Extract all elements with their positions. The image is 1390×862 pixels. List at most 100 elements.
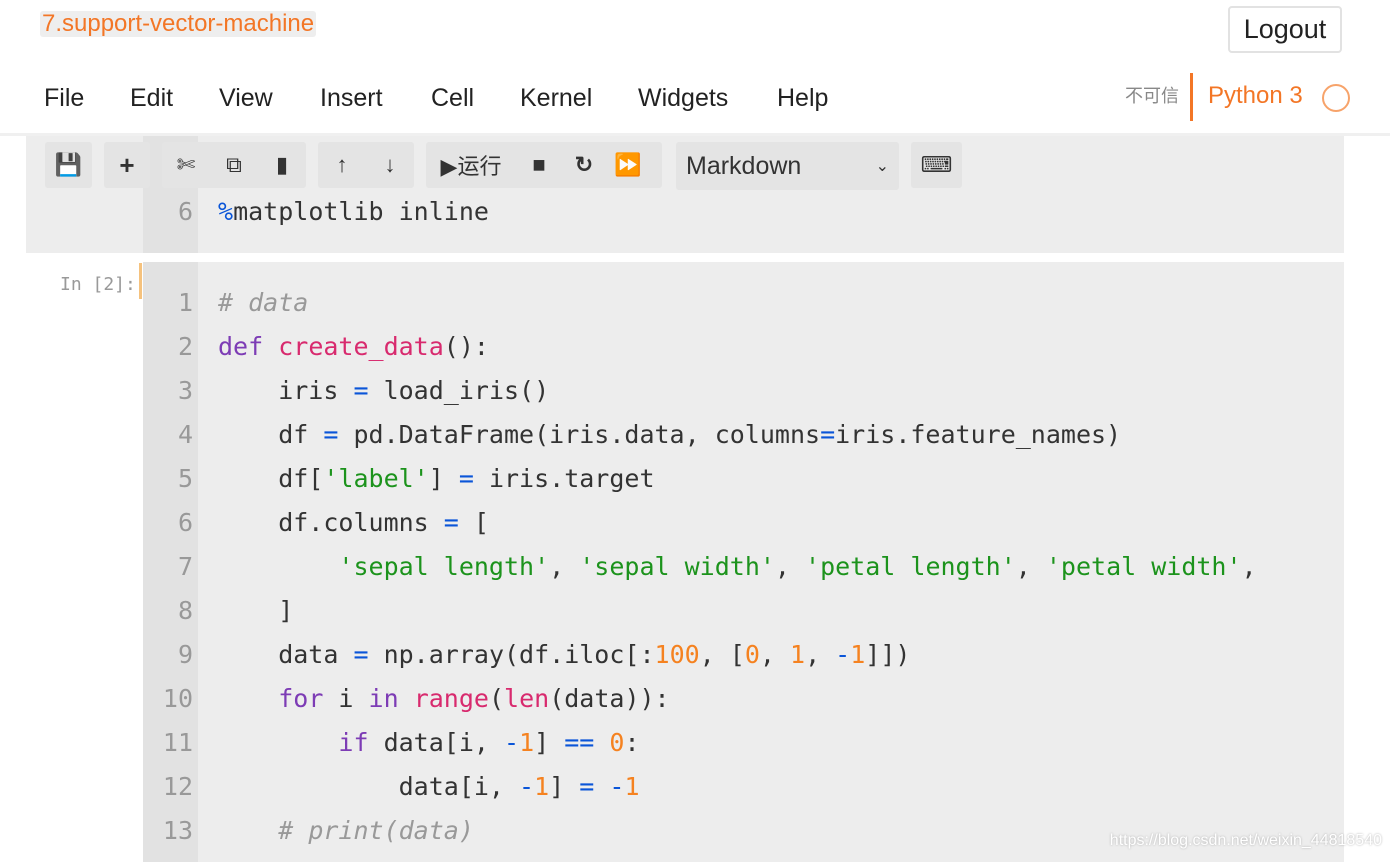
notebook-title[interactable]: 7.support-vector-machine: [40, 11, 316, 37]
code-token: if: [338, 728, 368, 757]
code-line[interactable]: def create_data():: [218, 332, 489, 361]
paste-icon[interactable]: ▮: [258, 152, 306, 178]
code-line[interactable]: df.columns = [: [218, 508, 489, 537]
menu-insert[interactable]: Insert: [320, 84, 383, 113]
line-number: 13: [143, 816, 193, 845]
arrow-down-icon[interactable]: ↓: [366, 152, 414, 178]
code-token: data: [218, 640, 353, 669]
code-line[interactable]: if data[i, -1] == 0:: [218, 728, 640, 757]
code-token: [594, 728, 609, 757]
save-icon: 💾: [45, 152, 92, 178]
code-token: range: [414, 684, 489, 713]
code-token: ():: [444, 332, 489, 361]
line-number: 12: [143, 772, 193, 801]
restart-icon[interactable]: ↻: [562, 152, 606, 178]
line-number: 10: [143, 684, 193, 713]
line-number: 8: [143, 596, 193, 625]
kernel-name[interactable]: Python 3: [1208, 82, 1303, 110]
code-token: %: [218, 197, 233, 226]
code-line[interactable]: data[i, -1] = -1: [218, 772, 640, 801]
not-trusted-indicator[interactable]: 不可信: [1125, 82, 1179, 108]
code-token: len: [504, 684, 549, 713]
code-line[interactable]: for i in range(len(data)):: [218, 684, 670, 713]
menu-view[interactable]: View: [219, 84, 273, 113]
code-token: def: [218, 332, 278, 361]
arrow-up-icon[interactable]: ↑: [318, 152, 366, 178]
code-token: 'petal length': [805, 552, 1016, 581]
code-token: data[i,: [369, 728, 504, 757]
code-token: 1: [624, 772, 639, 801]
code-line[interactable]: # data: [218, 288, 308, 317]
code-line[interactable]: df = pd.DataFrame(iris.data, columns=iri…: [218, 420, 1121, 449]
code-token: # data: [218, 288, 308, 317]
keyboard-icon: ⌨: [911, 152, 962, 178]
menu-edit[interactable]: Edit: [130, 84, 173, 113]
code-token: 1: [850, 640, 865, 669]
keyboard-shortcuts-button[interactable]: ⌨: [911, 142, 962, 188]
cut-icon[interactable]: ✄: [162, 152, 210, 178]
code-token: data[i,: [218, 772, 519, 801]
code-token: 'sepal length': [338, 552, 549, 581]
code-token: 'label': [323, 464, 428, 493]
divider: [1190, 73, 1193, 121]
menu-file[interactable]: File: [44, 84, 84, 113]
prompt-area: [0, 262, 143, 862]
save-button[interactable]: 💾: [45, 142, 92, 188]
line-number: 11: [143, 728, 193, 757]
code-token: ]: [218, 596, 293, 625]
code-token: ]: [534, 728, 564, 757]
insert-cell-button[interactable]: +: [104, 142, 150, 188]
copy-icon[interactable]: ⧉: [210, 152, 258, 178]
code-token: ,: [1016, 552, 1046, 581]
code-line[interactable]: 'sepal length', 'sepal width', 'petal le…: [218, 552, 1257, 581]
stop-icon[interactable]: ■: [516, 152, 562, 178]
code-token: 'sepal width': [579, 552, 775, 581]
code-token: -: [835, 640, 850, 669]
code-token: =: [353, 376, 368, 405]
code-token: [: [459, 508, 489, 537]
code-line[interactable]: ]: [218, 596, 293, 625]
code-line[interactable]: # print(data): [218, 816, 474, 845]
code-token: ==: [564, 728, 594, 757]
line-number: 2: [143, 332, 193, 361]
line-number: 3: [143, 376, 193, 405]
cell-type-select[interactable]: Markdown ⌄: [676, 142, 899, 190]
code-token: for: [278, 684, 323, 713]
line-number: 7: [143, 552, 193, 581]
code-cell-2[interactable]: 1 # data 2 def create_data(): 3 iris = load_…: [26, 262, 1344, 862]
code-line[interactable]: iris = load_iris(): [218, 376, 549, 405]
code-token: ,: [1242, 552, 1257, 581]
line-number: 4: [143, 420, 193, 449]
code-token: (: [489, 684, 504, 713]
code-token: ,: [805, 640, 835, 669]
run-button[interactable]: ▶运行: [426, 149, 516, 181]
menu-widgets[interactable]: Widgets: [638, 84, 728, 113]
code-token: df: [218, 420, 323, 449]
watermark: https://blog.csdn.net/weixin_44818540: [1110, 832, 1382, 850]
code-token: -: [519, 772, 534, 801]
code-token: ]: [549, 772, 579, 801]
code-line[interactable]: %matplotlib inline: [218, 197, 489, 226]
code-token: :: [624, 728, 639, 757]
logout-button[interactable]: Logout: [1228, 6, 1342, 53]
code-token: iris.target: [474, 464, 655, 493]
menu-help[interactable]: Help: [777, 84, 828, 113]
code-token: i: [323, 684, 368, 713]
code-token: , [: [700, 640, 745, 669]
code-token: -: [609, 772, 624, 801]
code-token: ,: [775, 552, 805, 581]
code-token: pd.DataFrame(iris.data, columns: [338, 420, 820, 449]
code-token: 'petal width': [1046, 552, 1242, 581]
selected-cell-marker: [139, 263, 142, 299]
menu-kernel[interactable]: Kernel: [520, 84, 592, 113]
code-token: ,: [549, 552, 579, 581]
code-line[interactable]: data = np.array(df.iloc[:100, [0, 1, -1]…: [218, 640, 910, 669]
line-number: 6: [143, 197, 193, 226]
code-token: ]: [429, 464, 459, 493]
code-token: df.columns: [218, 508, 444, 537]
code-token: matplotlib inline: [233, 197, 489, 226]
code-token: iris.feature_names): [835, 420, 1121, 449]
fast-forward-icon[interactable]: ⏩: [606, 152, 650, 178]
code-line[interactable]: df['label'] = iris.target: [218, 464, 655, 493]
menu-cell[interactable]: Cell: [431, 84, 474, 113]
